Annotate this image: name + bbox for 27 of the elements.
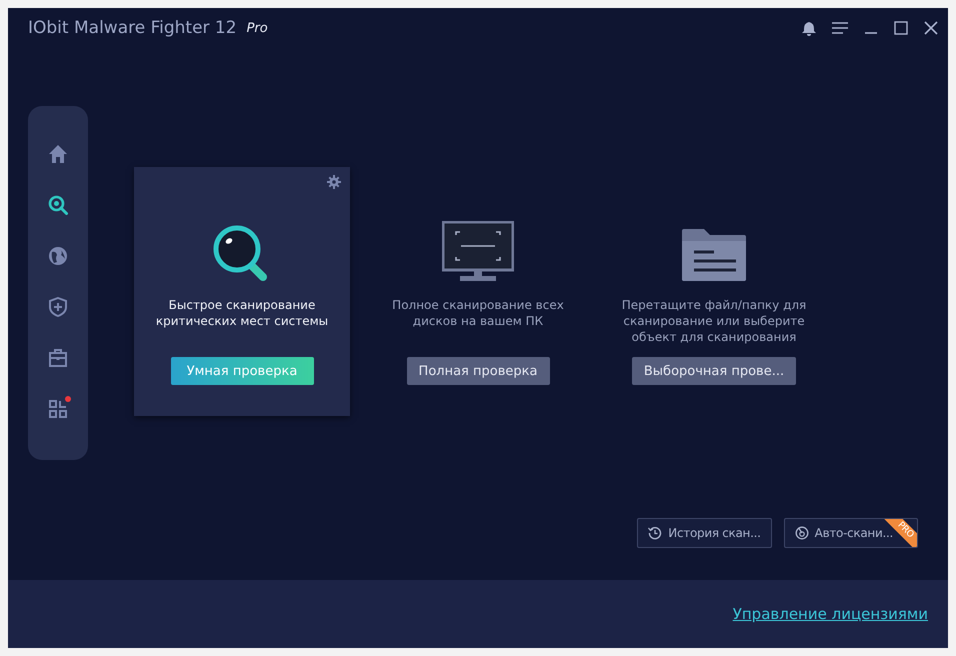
edition-label: Pro (246, 20, 268, 36)
folder-icon (680, 227, 748, 283)
search-icon[interactable] (48, 195, 68, 215)
scan-description: Перетащите файл/папку для сканирование или выберите объект для сканирования (620, 297, 808, 345)
scan-description: Быстрое сканирование критических мест системы (154, 297, 330, 330)
settings-icon[interactable] (327, 175, 341, 189)
menu-icon[interactable] (832, 22, 848, 34)
history-icon (648, 526, 662, 540)
scan-card[interactable]: Перетащите файл/папку для сканирование или выберите объект для сканирования Выборочная прове... (606, 167, 822, 416)
apps-icon[interactable] (48, 399, 68, 419)
scan-button[interactable]: Выборочная прове... (632, 357, 796, 385)
home-icon[interactable] (48, 144, 68, 164)
close-icon[interactable] (924, 21, 938, 35)
toolbox-icon[interactable] (48, 348, 68, 368)
scan-button[interactable]: Полная проверка (406, 357, 550, 385)
globe-icon[interactable] (48, 246, 68, 266)
scan-option-button[interactable]: История скан... (637, 518, 772, 548)
scan-card[interactable]: Полное сканирование всех дисков на вашем ПК Полная проверка (370, 167, 586, 416)
monitor-icon (442, 221, 514, 283)
timer-icon (794, 526, 809, 540)
license-link[interactable]: Управление лицензиями (732, 605, 928, 623)
scan-description: Полное сканирование всех дисков на вашем ПК (391, 297, 565, 330)
maximize-icon[interactable] (894, 21, 908, 35)
scan-card[interactable]: Быстрое сканирование критических мест системы Умная проверка (134, 167, 350, 416)
shield-icon[interactable] (48, 297, 68, 317)
window-title: IObit Malware Fighter 12 (28, 18, 237, 38)
bell-icon[interactable] (802, 20, 816, 36)
